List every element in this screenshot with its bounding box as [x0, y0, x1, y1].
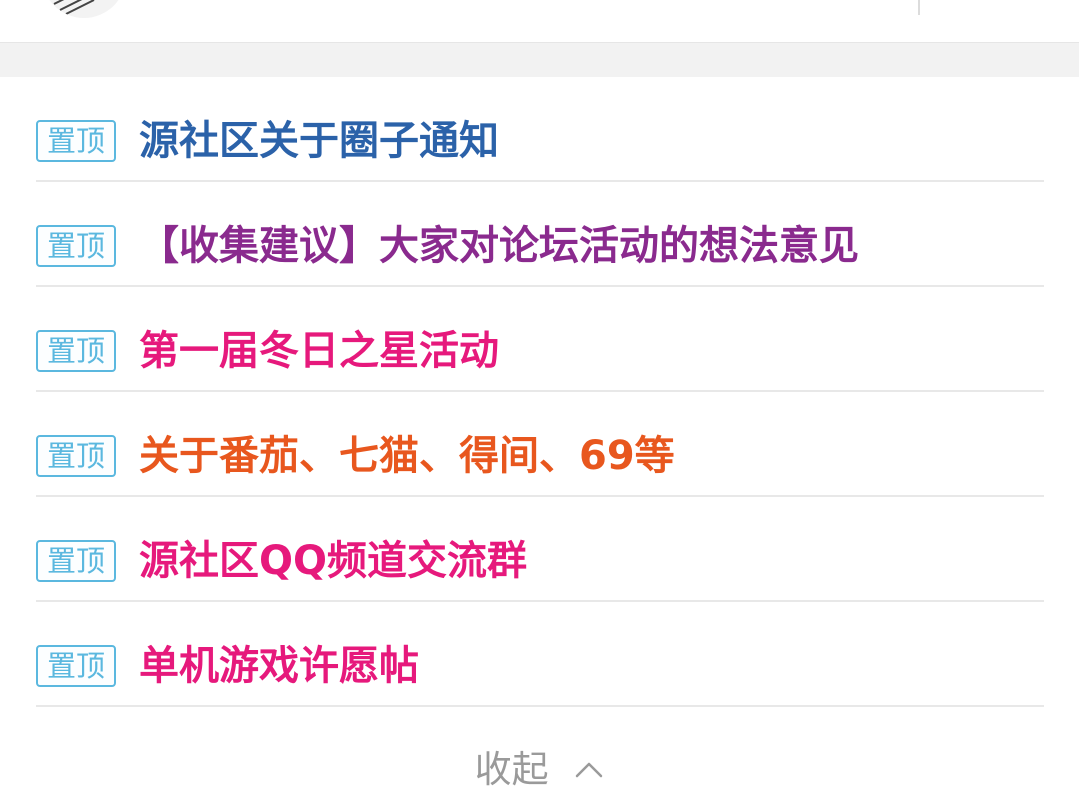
pinned-thread-item[interactable]: 置顶 第一届冬日之星活动 [36, 287, 1044, 392]
thread-title[interactable]: 源社区关于圈子通知 [139, 115, 499, 167]
thread-title[interactable]: 【收集建议】大家对论坛活动的想法意见 [139, 220, 859, 272]
pinned-badge: 置顶 [36, 435, 116, 477]
collapse-label: 收起 [474, 748, 549, 791]
pinned-badge: 置顶 [36, 120, 116, 162]
pinned-thread-item[interactable]: 置顶 源社区关于圈子通知 [36, 77, 1044, 182]
pinned-thread-item[interactable]: 置顶 单机游戏许愿帖 [36, 602, 1044, 707]
header-strip [0, 0, 1079, 43]
pinned-badge: 置顶 [36, 330, 116, 372]
pinned-badge: 置顶 [36, 540, 116, 582]
pinned-thread-item[interactable]: 置顶 【收集建议】大家对论坛活动的想法意见 [36, 182, 1044, 287]
forum-pinned-section: 置顶 源社区关于圈子通知 置顶 【收集建议】大家对论坛活动的想法意见 置顶 第一… [0, 0, 1079, 798]
thread-title[interactable]: 单机游戏许愿帖 [139, 640, 419, 692]
collapse-button[interactable]: 收起 [0, 745, 1079, 795]
thread-title[interactable]: 源社区QQ频道交流群 [139, 535, 527, 587]
thread-title[interactable]: 第一届冬日之星活动 [139, 325, 499, 377]
pinned-thread-item[interactable]: 置顶 关于番茄、七猫、得间、69等 [36, 392, 1044, 497]
avatar-image-icon [53, 0, 95, 15]
pinned-thread-list: 置顶 源社区关于圈子通知 置顶 【收集建议】大家对论坛活动的想法意见 置顶 第一… [36, 77, 1044, 707]
avatar[interactable] [42, 0, 126, 18]
pinned-badge: 置顶 [36, 645, 116, 687]
section-separator [0, 43, 1079, 77]
header-divider [918, 0, 920, 15]
thread-title[interactable]: 关于番茄、七猫、得间、69等 [139, 430, 675, 482]
pinned-thread-item[interactable]: 置顶 源社区QQ频道交流群 [36, 497, 1044, 602]
chevron-up-icon [576, 762, 603, 777]
pinned-badge: 置顶 [36, 225, 116, 267]
